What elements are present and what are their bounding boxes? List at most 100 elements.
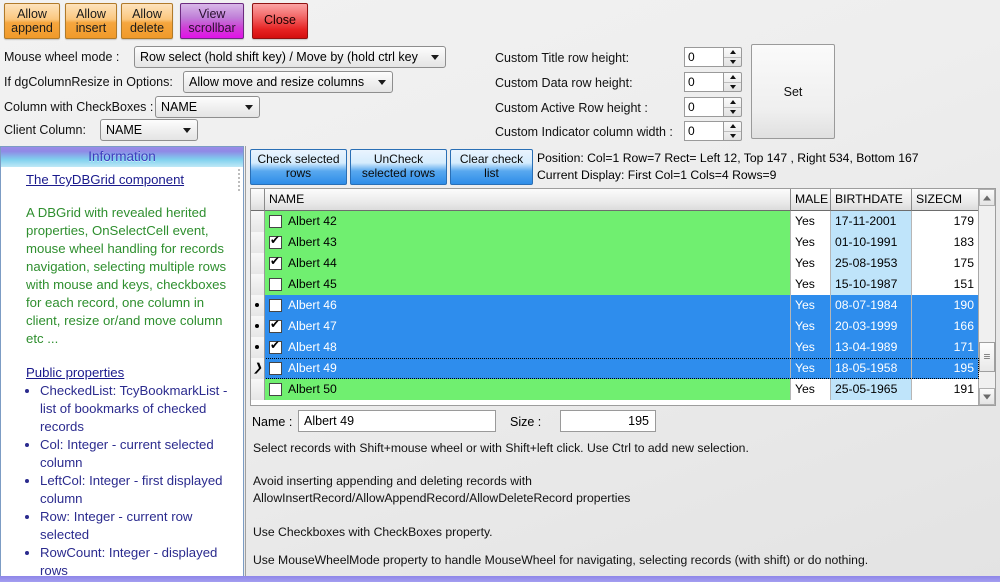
table-row[interactable]: ❯Albert 49Yes18-05-1958195 bbox=[251, 358, 979, 379]
row-indicator[interactable] bbox=[251, 232, 265, 253]
custom-active-row-height-value[interactable]: 0 bbox=[684, 97, 723, 117]
column-header-birthdate[interactable]: BIRTHDATE bbox=[831, 189, 912, 211]
mouse-wheel-mode-select[interactable]: Row select (hold shift key) / Move by (h… bbox=[134, 46, 446, 68]
name-field[interactable]: Albert 49 bbox=[298, 410, 496, 432]
cell-name[interactable]: Albert 48 bbox=[265, 337, 791, 358]
cell-sizecm[interactable]: 195 bbox=[912, 358, 979, 379]
scroll-up-arrow-icon[interactable] bbox=[979, 189, 995, 206]
client-column-select[interactable]: NAME bbox=[100, 119, 198, 141]
cell-male[interactable]: Yes bbox=[791, 337, 831, 358]
cell-male[interactable]: Yes bbox=[791, 295, 831, 316]
allow-append-button[interactable]: Allow append bbox=[4, 3, 60, 39]
table-row[interactable]: Albert 45Yes15-10-1987151 bbox=[251, 274, 979, 295]
row-checkbox[interactable] bbox=[269, 278, 282, 291]
checkbox-column-select[interactable]: NAME bbox=[155, 96, 260, 118]
cell-name[interactable]: Albert 44 bbox=[265, 253, 791, 274]
uncheck-selected-rows-button[interactable]: UnCheck selected rows bbox=[350, 149, 447, 185]
cell-name[interactable]: Albert 45 bbox=[265, 274, 791, 295]
cell-name[interactable]: Albert 43 bbox=[265, 232, 791, 253]
cell-birthdate[interactable]: 20-03-1999 bbox=[831, 316, 912, 337]
cell-male[interactable]: Yes bbox=[791, 316, 831, 337]
set-button[interactable]: Set bbox=[751, 44, 835, 139]
clear-check-list-button[interactable]: Clear check list bbox=[450, 149, 533, 185]
cell-birthdate[interactable]: 01-10-1991 bbox=[831, 232, 912, 253]
row-checkbox[interactable] bbox=[269, 215, 282, 228]
scroll-down-arrow-icon[interactable] bbox=[979, 388, 995, 405]
row-checkbox[interactable] bbox=[269, 236, 282, 249]
cell-sizecm[interactable]: 179 bbox=[912, 211, 979, 232]
custom-data-row-height-value[interactable]: 0 bbox=[684, 72, 723, 92]
cell-male[interactable]: Yes bbox=[791, 358, 831, 379]
row-checkbox[interactable] bbox=[269, 320, 282, 333]
spin-down-icon[interactable] bbox=[724, 108, 741, 117]
custom-active-row-height-stepper[interactable]: 0 bbox=[684, 97, 742, 117]
row-indicator-dot[interactable] bbox=[251, 337, 265, 358]
cell-male[interactable]: Yes bbox=[791, 232, 831, 253]
row-indicator-dot[interactable] bbox=[251, 316, 265, 337]
cell-sizecm[interactable]: 190 bbox=[912, 295, 979, 316]
row-checkbox[interactable] bbox=[269, 299, 282, 312]
custom-active-row-height-spin-buttons[interactable] bbox=[723, 97, 742, 117]
cell-birthdate[interactable]: 13-04-1989 bbox=[831, 337, 912, 358]
column-header-male[interactable]: MALE bbox=[791, 189, 831, 211]
cell-male[interactable]: Yes bbox=[791, 211, 831, 232]
cell-birthdate[interactable]: 08-07-1984 bbox=[831, 295, 912, 316]
cell-name[interactable]: Albert 49 bbox=[265, 358, 791, 379]
view-scrollbar-button[interactable]: View scrollbar bbox=[180, 3, 244, 39]
row-indicator[interactable] bbox=[251, 253, 265, 274]
cell-sizecm[interactable]: 175 bbox=[912, 253, 979, 274]
dbgrid-vertical-scrollbar[interactable] bbox=[978, 189, 995, 405]
cell-sizecm[interactable]: 191 bbox=[912, 379, 979, 400]
dbgrid[interactable]: NAME MALE BIRTHDATE SIZECM Albert 42Yes1… bbox=[250, 188, 996, 406]
row-checkbox[interactable] bbox=[269, 341, 282, 354]
custom-title-row-height-value[interactable]: 0 bbox=[684, 47, 723, 67]
custom-data-row-height-spin-buttons[interactable] bbox=[723, 72, 742, 92]
information-panel-scrollbar[interactable] bbox=[236, 169, 242, 573]
cell-birthdate[interactable]: 25-05-1965 bbox=[831, 379, 912, 400]
cell-sizecm[interactable]: 151 bbox=[912, 274, 979, 295]
spin-up-icon[interactable] bbox=[724, 73, 741, 83]
cell-sizecm[interactable]: 166 bbox=[912, 316, 979, 337]
cell-sizecm[interactable]: 171 bbox=[912, 337, 979, 358]
custom-indicator-width-value[interactable]: 0 bbox=[684, 121, 723, 141]
table-row[interactable]: Albert 44Yes25-08-1953175 bbox=[251, 253, 979, 274]
column-header-name[interactable]: NAME bbox=[265, 189, 791, 211]
table-row[interactable]: Albert 46Yes08-07-1984190 bbox=[251, 295, 979, 316]
row-checkbox[interactable] bbox=[269, 362, 282, 375]
spin-down-icon[interactable] bbox=[724, 58, 741, 67]
row-indicator[interactable] bbox=[251, 211, 265, 232]
custom-indicator-width-spin-buttons[interactable] bbox=[723, 121, 742, 141]
allow-delete-button[interactable]: Allow delete bbox=[121, 3, 173, 39]
custom-title-row-height-stepper[interactable]: 0 bbox=[684, 47, 742, 67]
table-row[interactable]: Albert 50Yes25-05-1965191 bbox=[251, 379, 979, 400]
row-indicator[interactable] bbox=[251, 274, 265, 295]
custom-data-row-height-stepper[interactable]: 0 bbox=[684, 72, 742, 92]
cell-name[interactable]: Albert 50 bbox=[265, 379, 791, 400]
cell-birthdate[interactable]: 15-10-1987 bbox=[831, 274, 912, 295]
cell-name[interactable]: Albert 46 bbox=[265, 295, 791, 316]
column-resize-option-select[interactable]: Allow move and resize columns bbox=[183, 71, 393, 93]
table-row[interactable]: Albert 42Yes17-11-2001179 bbox=[251, 211, 979, 232]
row-indicator-dot[interactable] bbox=[251, 295, 265, 316]
spin-down-icon[interactable] bbox=[724, 83, 741, 92]
spin-down-icon[interactable] bbox=[724, 132, 741, 141]
cell-birthdate[interactable]: 25-08-1953 bbox=[831, 253, 912, 274]
cell-male[interactable]: Yes bbox=[791, 253, 831, 274]
cell-male[interactable]: Yes bbox=[791, 379, 831, 400]
row-checkbox[interactable] bbox=[269, 257, 282, 270]
custom-title-row-height-spin-buttons[interactable] bbox=[723, 47, 742, 67]
cell-name[interactable]: Albert 47 bbox=[265, 316, 791, 337]
check-selected-rows-button[interactable]: Check selected rows bbox=[250, 149, 347, 185]
cell-male[interactable]: Yes bbox=[791, 274, 831, 295]
cell-sizecm[interactable]: 183 bbox=[912, 232, 979, 253]
table-row[interactable]: Albert 47Yes20-03-1999166 bbox=[251, 316, 979, 337]
custom-indicator-width-stepper[interactable]: 0 bbox=[684, 121, 742, 141]
spin-up-icon[interactable] bbox=[724, 122, 741, 132]
row-indicator[interactable] bbox=[251, 379, 265, 400]
cell-birthdate[interactable]: 17-11-2001 bbox=[831, 211, 912, 232]
size-field[interactable]: 195 bbox=[560, 410, 656, 432]
spin-up-icon[interactable] bbox=[724, 98, 741, 108]
scrollbar-thumb[interactable] bbox=[979, 342, 995, 372]
close-button[interactable]: Close bbox=[252, 3, 308, 39]
spin-up-icon[interactable] bbox=[724, 48, 741, 58]
